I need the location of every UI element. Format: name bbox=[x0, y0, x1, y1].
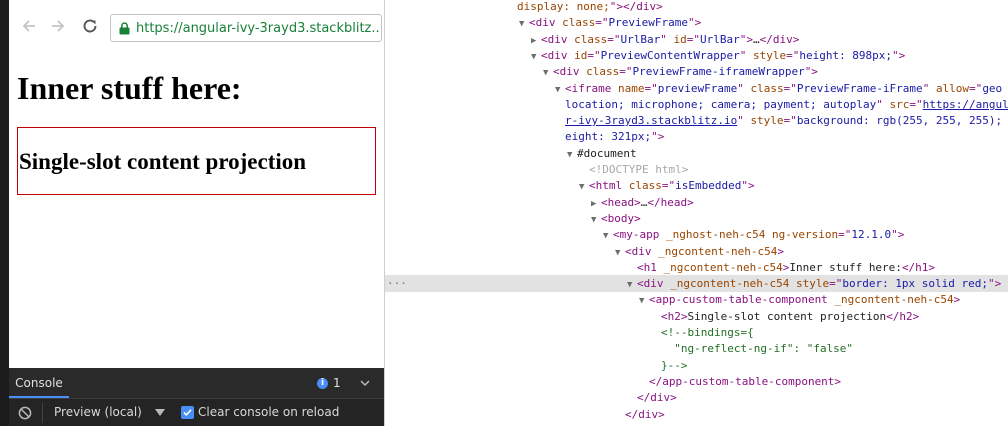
dom-node[interactable]: ▶ <head>…</head> bbox=[385, 194, 1008, 211]
dom-node[interactable]: ▼ <div class="PreviewFrame-iframeWrapper"… bbox=[385, 63, 1008, 80]
clear-console-icon[interactable] bbox=[18, 406, 32, 420]
check-icon bbox=[183, 409, 192, 417]
dom-node[interactable]: r-ivy-3rayd3.stackblitz.io" style="backg… bbox=[385, 112, 1008, 129]
dom-node[interactable]: ▼ <app-custom-table-component _ngcontent-… bbox=[385, 291, 1008, 308]
back-button[interactable] bbox=[18, 15, 40, 37]
arrow-left-icon bbox=[22, 20, 35, 32]
forward-button[interactable] bbox=[47, 15, 69, 37]
info-icon: i bbox=[317, 377, 328, 389]
elements-tree: display: none;"></div> ▼ <div class="Previ… bbox=[385, 0, 1008, 426]
issues-counter[interactable]: i 1 bbox=[317, 376, 341, 390]
page-heading: Inner stuff here: bbox=[17, 70, 242, 106]
dom-node[interactable]: display: none;"></div> bbox=[385, 0, 1008, 15]
dom-node[interactable]: <h1 _ngcontent-neh-c54>Inner stuff here:… bbox=[385, 259, 1008, 276]
dom-node-markup: r-ivy-3rayd3.stackblitz.io" style="backg… bbox=[565, 114, 1008, 128]
dom-node-markup: <div _ngcontent-neh-c54 style="border: 1… bbox=[637, 277, 1002, 291]
dom-node[interactable]: <!DOCTYPE html> bbox=[385, 161, 1008, 178]
url-bar: https://angular-ivy-3rayd3.stackblitz...… bbox=[9, 0, 384, 56]
dom-node-markup: <h1 _ngcontent-neh-c54>Inner stuff here:… bbox=[637, 260, 936, 274]
dom-node[interactable]: ▼ <div _ngcontent-neh-c54> bbox=[385, 243, 1008, 260]
dom-node-markup: location; microphone; camera; payment; a… bbox=[565, 97, 1008, 111]
dom-node-markup: <div id="PreviewContentWrapper" style="h… bbox=[541, 48, 906, 62]
address-field[interactable]: https://angular-ivy-3rayd3.stackblitz...… bbox=[110, 14, 382, 42]
clear-on-reload-checkbox[interactable] bbox=[181, 406, 194, 419]
dom-node[interactable]: ▼ <body> bbox=[385, 210, 1008, 227]
dropdown-arrow-icon[interactable] bbox=[155, 409, 165, 416]
console-tab-bar: Console i 1 bbox=[9, 368, 384, 398]
dom-node-markup: </div> bbox=[625, 407, 665, 421]
dom-node[interactable]: ▼ <my-app _nghost-neh-c54 ng-version="12.… bbox=[385, 226, 1008, 243]
tab-console-label: Console bbox=[15, 376, 63, 390]
dom-node-markup: <head>…</head> bbox=[601, 195, 694, 209]
clear-on-reload-label: Clear console on reload bbox=[198, 405, 340, 419]
dom-node[interactable]: ▼ <html class="isEmbedded"> bbox=[385, 177, 1008, 194]
dom-node-markup: <div class="PreviewFrame"> bbox=[529, 16, 702, 30]
dom-node[interactable]: <h2>Single-slot content projection</h2> bbox=[385, 308, 1008, 325]
dom-node-markup: <div class="PreviewFrame-iframeWrapper"> bbox=[553, 65, 818, 79]
dom-node-markup: "ng-reflect-ng-if": "false" bbox=[661, 342, 854, 356]
dom-node-markup: <div _ngcontent-neh-c54> bbox=[625, 244, 784, 258]
console-toolbar: Preview (local) Clear console on reload bbox=[9, 398, 384, 426]
dom-node-markup: <app-custom-table-component _ngcontent-n… bbox=[649, 293, 961, 307]
dom-node-markup: <my-app _nghost-neh-c54 ng-version="12.1… bbox=[613, 228, 905, 242]
dom-node-markup: <!DOCTYPE html> bbox=[589, 163, 689, 176]
dom-node-markup: <!--bindings={ bbox=[661, 326, 754, 339]
dom-node-markup: eight: 321px;"> bbox=[565, 130, 665, 144]
projection-container: Single-slot content projection bbox=[17, 127, 376, 195]
dom-node[interactable]: ▶ <div class="UrlBar" id="UrlBar">…</div> bbox=[385, 31, 1008, 48]
dom-node-markup: display: none;"></div> bbox=[517, 0, 663, 13]
dom-node-markup: #document bbox=[577, 146, 637, 160]
dom-node-markup: <body> bbox=[601, 211, 641, 225]
dom-node[interactable]: "ng-reflect-ng-if": "false" bbox=[385, 340, 1008, 357]
dom-node-markup: <div class="UrlBar" id="UrlBar">…</div> bbox=[541, 32, 800, 46]
dom-node-selected[interactable]: ··· ▼ <div _ngcontent-neh-c54 style="borde… bbox=[385, 275, 1008, 293]
dom-node[interactable]: ▼ <iframe name="previewFrame" class="Prev… bbox=[385, 80, 1008, 97]
url-text: https://angular-ivy-3rayd3.stackblitz...… bbox=[136, 20, 382, 36]
toolbar-divider bbox=[42, 403, 43, 423]
dom-node-markup: <iframe name="previewFrame" class="Previ… bbox=[565, 81, 1003, 95]
dom-node[interactable]: location; microphone; camera; payment; a… bbox=[385, 96, 1008, 113]
dom-node-markup: <h2>Single-slot content projection</h2> bbox=[661, 309, 920, 323]
dom-node[interactable]: </div> bbox=[385, 406, 1008, 423]
dom-node[interactable]: </app-custom-table-component> bbox=[385, 373, 1008, 390]
dom-node[interactable]: ▼ #document bbox=[385, 145, 1008, 162]
preview-page: Inner stuff here: Single-slot content pr… bbox=[9, 56, 384, 368]
dom-node-markup: }--> bbox=[661, 358, 688, 372]
dom-node[interactable]: <!--bindings={ bbox=[385, 324, 1008, 341]
chevron-down-icon[interactable] bbox=[359, 377, 371, 389]
reload-button[interactable] bbox=[79, 15, 101, 37]
preview-pane: https://angular-ivy-3rayd3.stackblitz...… bbox=[0, 0, 384, 426]
pane-edge bbox=[0, 0, 9, 426]
dom-node[interactable]: </div> bbox=[385, 389, 1008, 406]
more-options-icon[interactable]: ··· bbox=[387, 275, 407, 292]
dom-node[interactable]: ▼ <div id="PreviewContentWrapper" style="… bbox=[385, 47, 1008, 64]
issues-count: 1 bbox=[333, 376, 341, 390]
dom-node[interactable]: ▼ <div class="PreviewFrame"> bbox=[385, 14, 1008, 31]
context-select[interactable]: Preview (local) bbox=[54, 405, 142, 419]
dom-node-markup: <html class="isEmbedded"> bbox=[589, 179, 755, 193]
projection-heading: Single-slot content projection bbox=[19, 149, 307, 174]
dom-node-markup: </div> bbox=[637, 391, 677, 405]
reload-icon bbox=[83, 19, 97, 33]
arrow-right-icon bbox=[52, 20, 65, 32]
dom-node[interactable]: eight: 321px;"> bbox=[385, 128, 1008, 145]
tab-console[interactable]: Console bbox=[9, 368, 69, 398]
dom-node[interactable]: }--> bbox=[385, 357, 1008, 374]
dom-node-markup: </app-custom-table-component> bbox=[649, 374, 842, 388]
lock-icon bbox=[119, 21, 130, 34]
